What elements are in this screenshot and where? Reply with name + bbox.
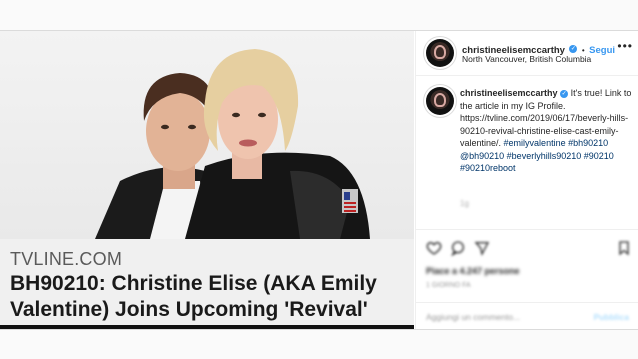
post-header: christineelisemccarthy ✓ • Segui North V…	[416, 31, 638, 76]
publish-button[interactable]: Pubblica	[594, 312, 629, 322]
couple-photo-image	[95, 49, 370, 239]
follow-button[interactable]: Segui	[589, 45, 615, 56]
verified-badge-icon: ✓	[569, 44, 578, 53]
article-source-label: TVLINE.COM	[10, 249, 123, 269]
caption-timestamp: 1g	[460, 199, 469, 208]
post-caption: christineelisemccarthy ✓ It's true! Link…	[460, 87, 634, 175]
comment-icon[interactable]	[450, 240, 466, 256]
more-options-icon[interactable]: •••	[617, 39, 633, 53]
avatar-monogram-icon	[434, 45, 446, 59]
bookmark-icon[interactable]	[616, 240, 632, 256]
caption-username[interactable]: christineelisemccarthy	[460, 88, 558, 98]
post-age: 1 GIORNO FA	[426, 282, 471, 289]
avatar-monogram-icon	[434, 93, 446, 107]
post-side-panel: christineelisemccarthy ✓ • Segui North V…	[415, 31, 638, 329]
article-headline: BH90210: Christine Elise (AKA Emily Vale…	[10, 272, 377, 321]
comment-input[interactable]: Aggiungi un commento...	[426, 312, 520, 322]
post-photo[interactable]	[0, 31, 414, 239]
media-bottom-bar	[0, 325, 414, 329]
heart-icon[interactable]	[426, 240, 442, 256]
post-location[interactable]: North Vancouver, British Columbia	[462, 54, 591, 64]
add-comment-bar: Aggiungi un commento... Pubblica	[416, 302, 638, 331]
article-caption-box: TVLINE.COM BH90210: Christine Elise (AKA…	[0, 239, 414, 329]
post-actions: Piace a 4.247 persone 1 GIORNO FA Aggiun…	[416, 229, 638, 338]
instagram-post: TVLINE.COM BH90210: Christine Elise (AKA…	[0, 30, 638, 330]
caption-avatar[interactable]	[426, 87, 454, 115]
likes-count[interactable]: Piace a 4.247 persone	[426, 266, 520, 276]
profile-avatar[interactable]	[426, 39, 454, 67]
share-icon[interactable]	[474, 240, 490, 256]
post-media[interactable]: TVLINE.COM BH90210: Christine Elise (AKA…	[0, 31, 414, 329]
verified-badge-icon: ✓	[560, 89, 569, 98]
